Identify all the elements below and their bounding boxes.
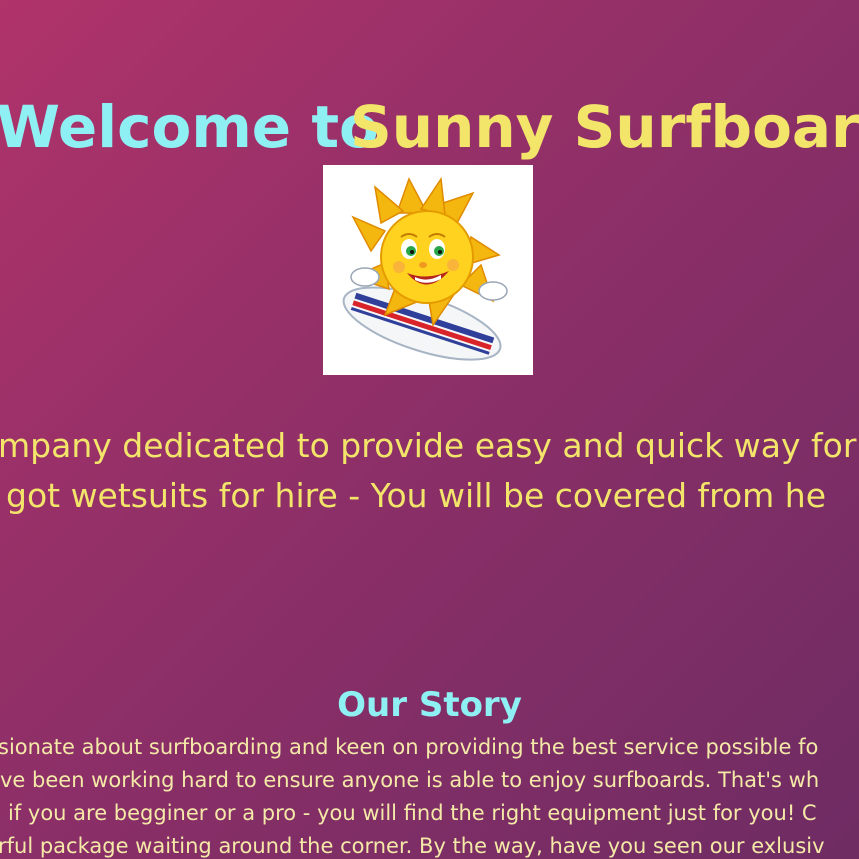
story-line-text: if you are begginer or a pro - you will …: [8, 801, 817, 825]
story-line-text: sionate about surfboarding and keen on p…: [0, 735, 819, 759]
page: Welcome to Sunny Surfboards: [0, 0, 859, 859]
story-line-text: ve been working hard to ensure anyone is…: [0, 768, 820, 792]
title-welcome: Welcome to: [0, 92, 379, 161]
intro-line-1-text: mpany dedicated to provide easy and quic…: [0, 426, 859, 465]
sun-surfing-mascot-icon: [342, 176, 508, 361]
story-line-text: rful package waiting around the corner. …: [0, 834, 825, 858]
logo-image: [323, 165, 533, 375]
title-brand: Sunny Surfboards: [350, 92, 859, 161]
intro-line-2-text: got wetsuits for hire - You will be cove…: [6, 476, 827, 515]
story-title: Our Story: [337, 685, 522, 726]
